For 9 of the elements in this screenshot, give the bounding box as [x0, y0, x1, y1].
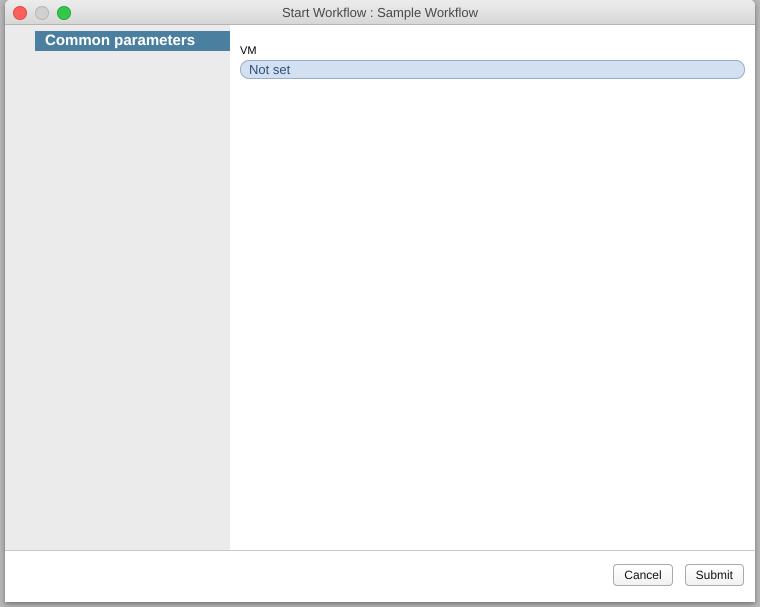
value-field[interactable]: Not set: [240, 60, 745, 79]
window-title: Start Workflow : Sample Workflow: [282, 4, 478, 20]
minimize-button[interactable]: [35, 6, 49, 20]
close-button[interactable]: [13, 6, 27, 20]
submit-button[interactable]: Submit: [684, 564, 744, 586]
cancel-button[interactable]: Cancel: [613, 564, 673, 586]
field-label: VM: [240, 45, 258, 57]
sidebar-item[interactable]: Common parameters: [35, 31, 230, 51]
zoom-button[interactable]: [57, 6, 71, 20]
